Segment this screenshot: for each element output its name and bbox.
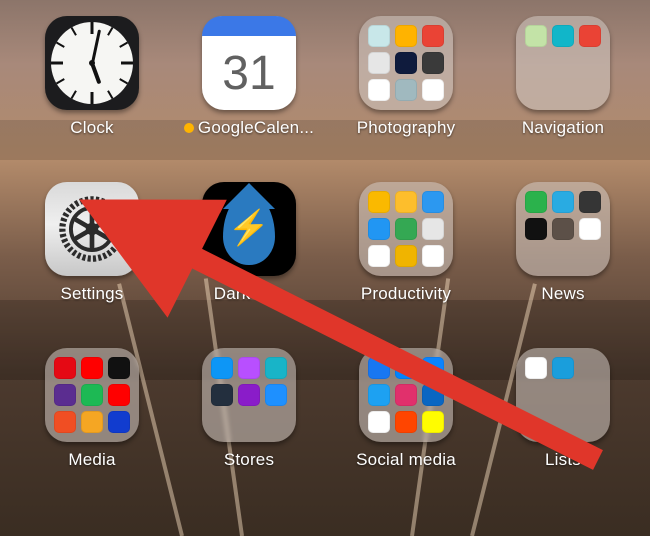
app-label: Lists [545, 450, 581, 470]
notification-dot-icon [184, 123, 194, 133]
app-item-lists: Lists [516, 348, 610, 470]
gcal-app[interactable]: 31 [202, 16, 296, 110]
label-row: Social media [356, 450, 456, 470]
app-item-news: News [516, 182, 610, 304]
app-item-darksky: ⚡ Dark Sky [202, 182, 296, 304]
home-screen: Clock31GoogleCalen...PhotographyNavigati… [0, 0, 650, 536]
app-item-media: Media [45, 348, 139, 470]
app-label: Social media [356, 450, 456, 470]
app-label: Photography [357, 118, 456, 138]
label-row: Navigation [522, 118, 604, 138]
app-item-gcal: 31GoogleCalen... [202, 16, 296, 138]
app-label: Media [68, 450, 115, 470]
photography-folder[interactable] [359, 16, 453, 110]
app-label: Navigation [522, 118, 604, 138]
label-row: Productivity [361, 284, 451, 304]
app-label: Dark Sky [214, 284, 285, 304]
label-row: GoogleCalen... [184, 118, 314, 138]
socialmedia-folder[interactable] [359, 348, 453, 442]
app-item-clock: Clock [45, 16, 139, 138]
app-grid: Clock31GoogleCalen...PhotographyNavigati… [45, 16, 611, 470]
settings-app[interactable] [45, 182, 139, 276]
label-row: Lists [545, 450, 581, 470]
label-row: Photography [357, 118, 456, 138]
productivity-folder[interactable] [359, 182, 453, 276]
app-label: Productivity [361, 284, 451, 304]
label-row: Dark Sky [214, 284, 285, 304]
media-folder[interactable] [45, 348, 139, 442]
app-item-photography: Photography [359, 16, 453, 138]
navigation-folder[interactable] [516, 16, 610, 110]
label-row: Settings [60, 284, 123, 304]
clock-app[interactable] [45, 16, 139, 110]
news-folder[interactable] [516, 182, 610, 276]
app-item-socialmedia: Social media [359, 348, 453, 470]
app-label: Settings [60, 284, 123, 304]
app-item-productivity: Productivity [359, 182, 453, 304]
app-label: GoogleCalen... [198, 118, 314, 138]
darksky-app[interactable]: ⚡ [202, 182, 296, 276]
lists-folder[interactable] [516, 348, 610, 442]
app-item-stores: Stores [202, 348, 296, 470]
app-label: News [541, 284, 584, 304]
label-row: Media [68, 450, 115, 470]
stores-folder[interactable] [202, 348, 296, 442]
label-row: Clock [70, 118, 114, 138]
label-row: Stores [224, 450, 274, 470]
app-item-settings: Settings [45, 182, 139, 304]
label-row: News [541, 284, 584, 304]
app-item-navigation: Navigation [516, 16, 610, 138]
app-label: Stores [224, 450, 274, 470]
calendar-day: 31 [202, 36, 296, 110]
app-label: Clock [70, 118, 114, 138]
